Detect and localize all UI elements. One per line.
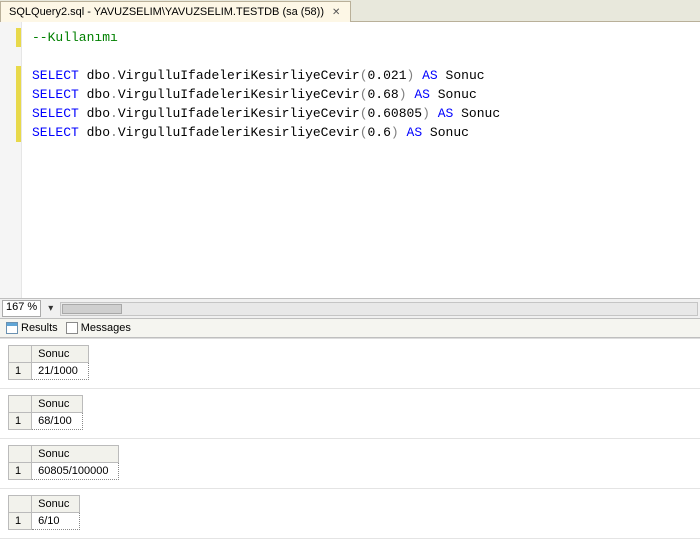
- grid-corner: [9, 496, 32, 513]
- result-grid[interactable]: Sonuc 121/1000: [8, 345, 89, 380]
- horizontal-scrollbar[interactable]: [60, 302, 698, 316]
- messages-icon: [66, 322, 78, 334]
- editor-footer: 167 % ▾: [0, 298, 700, 318]
- column-header[interactable]: Sonuc: [32, 346, 89, 363]
- editor-gutter: [0, 22, 22, 298]
- column-header[interactable]: Sonuc: [32, 496, 80, 513]
- row-number[interactable]: 1: [9, 413, 32, 430]
- cell-value[interactable]: 60805/100000: [32, 463, 119, 480]
- document-tab-title: SQLQuery2.sql - YAVUZSELIM\YAVUZSELIM.TE…: [9, 6, 324, 18]
- results-tab-bar: Results Messages: [0, 318, 700, 338]
- cell-value[interactable]: 6/10: [32, 513, 80, 530]
- row-number[interactable]: 1: [9, 513, 32, 530]
- result-grid-block: Sonuc 168/100: [0, 389, 700, 439]
- result-grid[interactable]: Sonuc 168/100: [8, 395, 83, 430]
- results-pane[interactable]: Sonuc 121/1000 Sonuc 168/100 Sonuc 16080…: [0, 338, 700, 556]
- column-header[interactable]: Sonuc: [32, 396, 83, 413]
- result-grid-block: Sonuc 121/1000: [0, 339, 700, 389]
- zoom-select[interactable]: 167 %: [2, 300, 41, 317]
- close-icon[interactable]: ✕: [330, 7, 342, 18]
- scrollbar-thumb[interactable]: [62, 304, 122, 314]
- result-grid[interactable]: Sonuc 16/10: [8, 495, 80, 530]
- grid-icon: [6, 322, 18, 334]
- code-editor[interactable]: --Kullanımı SELECT dbo.VirgulluIfadeleri…: [0, 22, 700, 298]
- result-grid-block: Sonuc 16/10: [0, 489, 700, 539]
- tab-results-label: Results: [21, 322, 58, 334]
- tab-bar: SQLQuery2.sql - YAVUZSELIM\YAVUZSELIM.TE…: [0, 0, 700, 22]
- tab-messages[interactable]: Messages: [66, 322, 131, 334]
- document-tab[interactable]: SQLQuery2.sql - YAVUZSELIM\YAVUZSELIM.TE…: [0, 1, 351, 22]
- row-number[interactable]: 1: [9, 363, 32, 380]
- row-number[interactable]: 1: [9, 463, 32, 480]
- cell-value[interactable]: 21/1000: [32, 363, 89, 380]
- code-content: --Kullanımı SELECT dbo.VirgulluIfadeleri…: [22, 22, 510, 298]
- column-header[interactable]: Sonuc: [32, 446, 119, 463]
- tab-messages-label: Messages: [81, 322, 131, 334]
- tab-results[interactable]: Results: [6, 322, 58, 334]
- result-grid[interactable]: Sonuc 160805/100000: [8, 445, 119, 480]
- chevron-down-icon[interactable]: ▾: [45, 303, 56, 314]
- cell-value[interactable]: 68/100: [32, 413, 83, 430]
- grid-corner: [9, 446, 32, 463]
- result-grid-block: Sonuc 160805/100000: [0, 439, 700, 489]
- code-comment: --Kullanımı: [32, 30, 118, 45]
- change-marker: [16, 66, 21, 142]
- grid-corner: [9, 346, 32, 363]
- change-marker: [16, 28, 21, 47]
- grid-corner: [9, 396, 32, 413]
